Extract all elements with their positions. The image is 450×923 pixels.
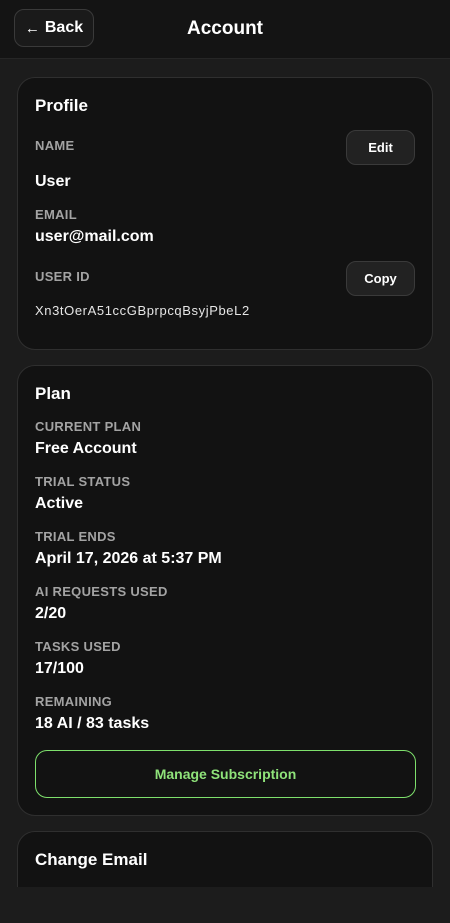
plan-title: Plan	[35, 384, 71, 403]
remaining-label: REMAINING	[35, 694, 113, 709]
trial-status-label: TRIAL STATUS	[35, 474, 131, 489]
email-value: user@mail.com	[35, 228, 154, 245]
top-bar: ← Back Account	[0, 0, 450, 59]
remaining-value: 18 AI / 83 tasks	[35, 715, 150, 732]
manage-subscription-button[interactable]: Manage Subscription	[35, 750, 416, 798]
tasks-used-label: TASKS USED	[35, 639, 121, 654]
change-email-title: Change Email	[35, 850, 148, 869]
name-label: NAME	[35, 138, 75, 153]
trial-ends-value: April 17, 2026 at 5:37 PM	[35, 550, 222, 567]
profile-card: Profile NAME Edit User EMAIL user@mail.c…	[17, 77, 433, 350]
trial-status-value: Active	[35, 495, 84, 512]
user-id-label: USER ID	[35, 269, 90, 284]
bottom-edge	[0, 887, 450, 923]
arrow-left-icon: ←	[24, 19, 40, 37]
copy-user-id-button[interactable]: Copy	[346, 261, 415, 296]
ai-requests-value: 2/20	[35, 605, 67, 622]
current-plan-value: Free Account	[35, 440, 137, 457]
back-button[interactable]: ← Back	[14, 9, 94, 47]
user-id-value: Xn3tOerA51ccGBprpcqBsyjPbeL2	[35, 303, 250, 318]
back-button-label: Back	[44, 19, 84, 36]
edit-name-button[interactable]: Edit	[346, 130, 415, 165]
trial-ends-label: TRIAL ENDS	[35, 529, 116, 544]
name-value: User	[35, 173, 71, 190]
profile-title: Profile	[35, 96, 88, 115]
plan-card: Plan CURRENT PLAN Free Account TRIAL STA…	[17, 365, 433, 816]
ai-requests-label: AI REQUESTS USED	[35, 584, 168, 599]
current-plan-label: CURRENT PLAN	[35, 419, 142, 434]
email-label: EMAIL	[35, 207, 77, 222]
tasks-used-value: 17/100	[35, 660, 84, 677]
